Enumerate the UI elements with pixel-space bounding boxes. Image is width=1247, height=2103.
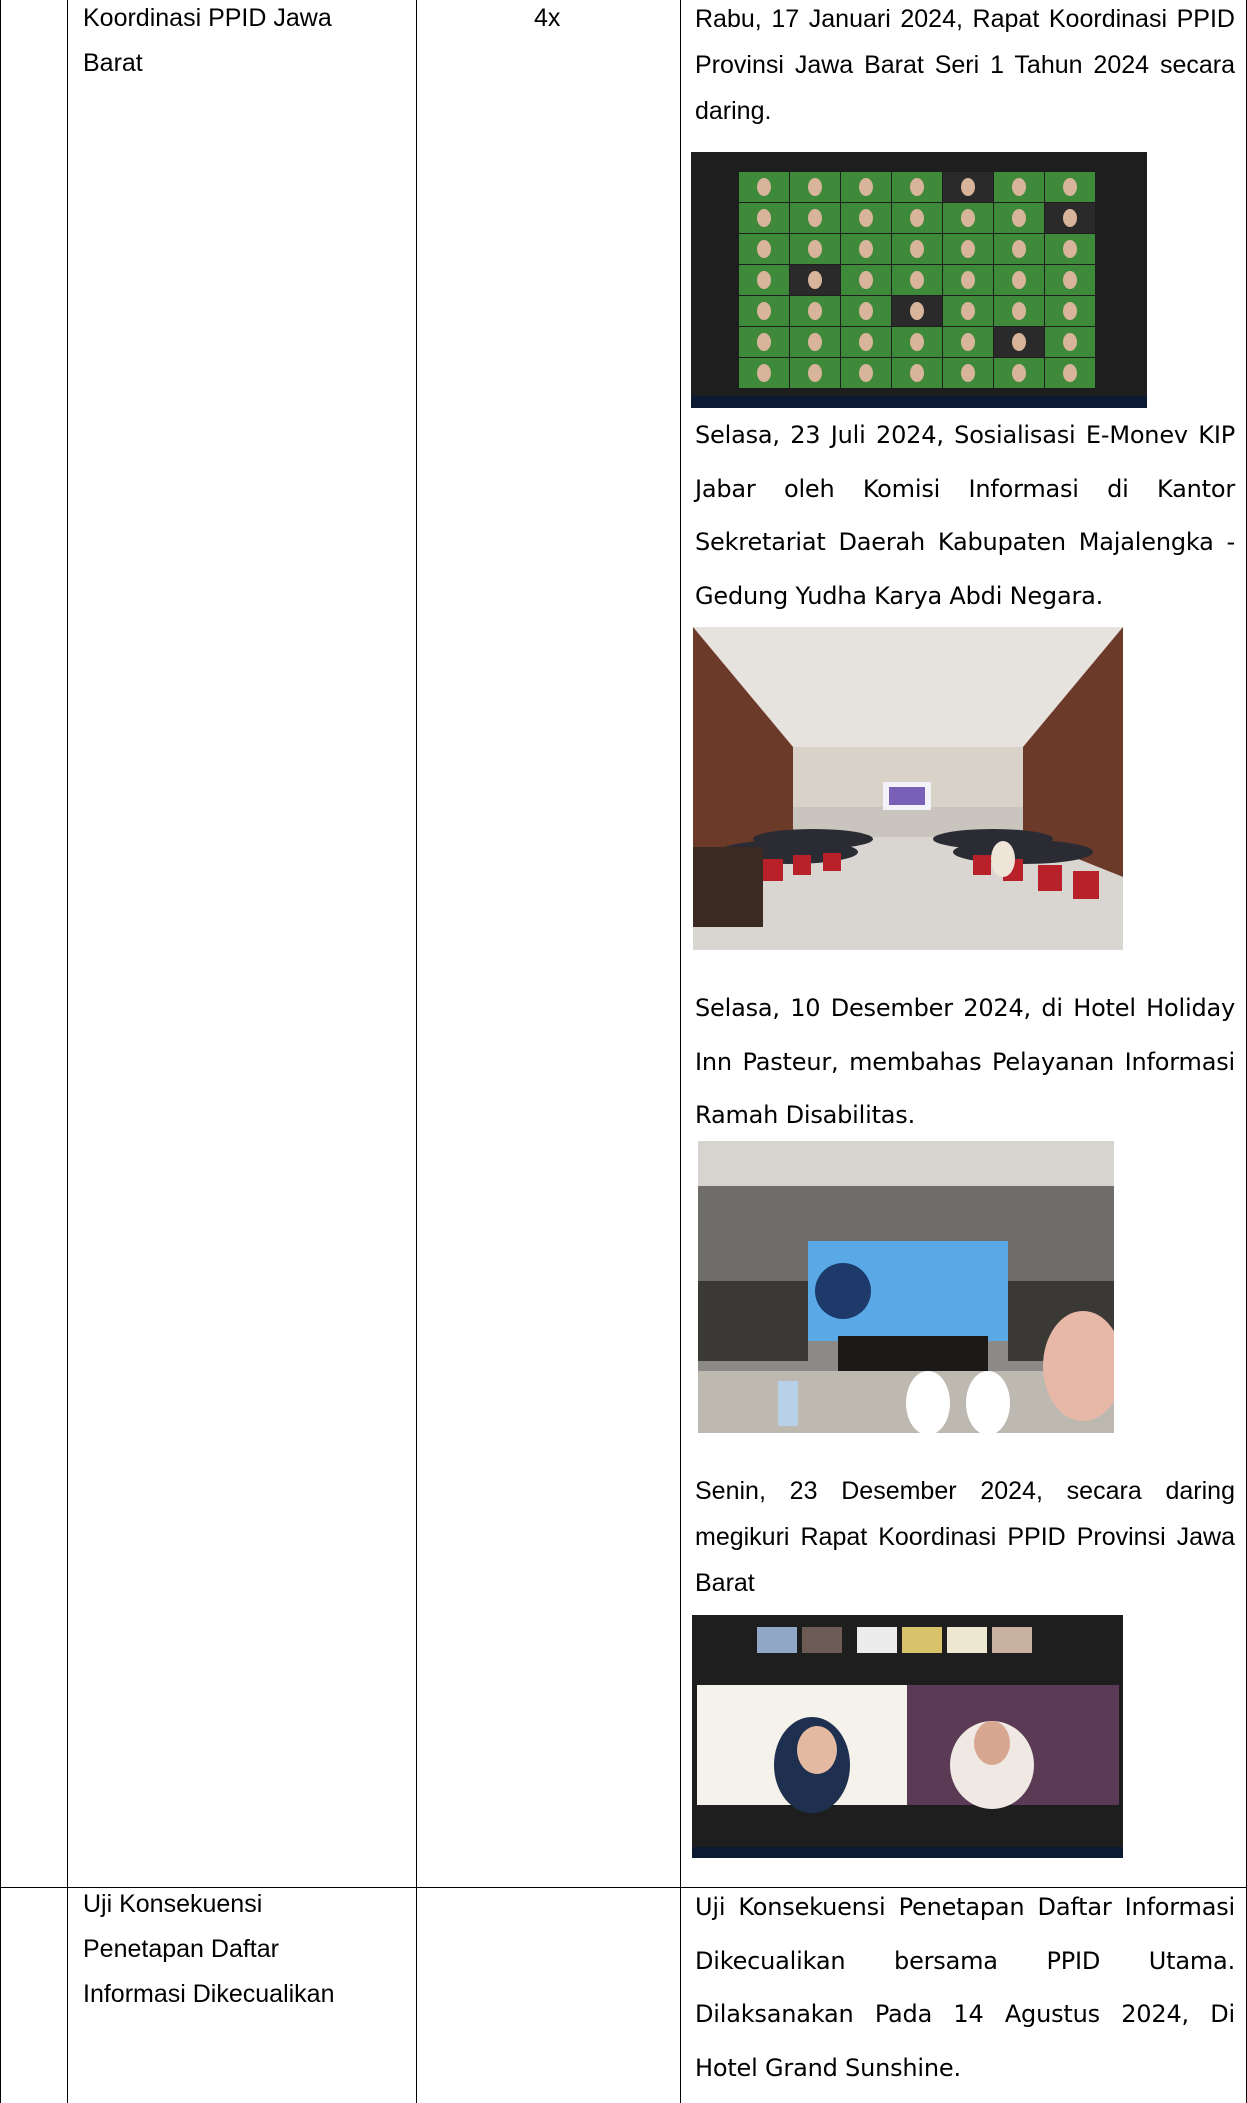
participant-face — [757, 271, 771, 289]
frequency: 4x — [534, 4, 561, 32]
participant-face — [1063, 364, 1077, 382]
participant-face — [1063, 302, 1077, 320]
participant-face — [859, 209, 873, 227]
participant-face — [961, 178, 975, 196]
zoom-meeting-photo — [691, 152, 1147, 408]
participant-face — [1063, 209, 1077, 227]
activity-line: Barat — [83, 49, 143, 77]
participant-face — [859, 333, 873, 351]
participant-face — [910, 271, 924, 289]
participant-face — [757, 364, 771, 382]
hall-sosialisasi-photo — [693, 627, 1123, 950]
participant-face — [859, 240, 873, 258]
participant-face — [859, 364, 873, 382]
participant-face — [757, 302, 771, 320]
participant-face — [1012, 271, 1026, 289]
participant-face — [910, 178, 924, 196]
zoom-speaker-image — [692, 1615, 1123, 1858]
activity-line: Informasi Dikecualikan — [83, 1980, 335, 2008]
participant-face — [1012, 364, 1026, 382]
participant-face — [1012, 333, 1026, 351]
participant-face — [757, 209, 771, 227]
participant-face — [1063, 271, 1077, 289]
participant-face — [859, 302, 873, 320]
column-divider-2 — [416, 0, 417, 2103]
participant-face — [1012, 209, 1026, 227]
participant-face — [961, 240, 975, 258]
activity-line: Koordinasi PPID Jawa — [83, 4, 332, 32]
activity-name: Uji Konsekuensi Penetapan Daftar Informa… — [83, 1882, 335, 2017]
participant-face — [1012, 240, 1026, 258]
activity-line: Uji Konsekuensi — [83, 1890, 263, 1918]
table-border-left — [0, 0, 1, 2103]
entry-text: Uji Konsekuensi Penetapan Daftar Informa… — [695, 1893, 1235, 2082]
participant-face — [808, 178, 822, 196]
participant-face — [910, 364, 924, 382]
entry-text: Selasa, 10 Desember 2024, di Hotel Holid… — [695, 994, 1235, 1129]
column-divider-3 — [680, 0, 681, 2103]
participant-face — [1063, 178, 1077, 196]
participant-face — [859, 271, 873, 289]
participant-face — [808, 302, 822, 320]
participant-face — [808, 333, 822, 351]
ballroom-image — [698, 1141, 1114, 1433]
participant-face — [961, 333, 975, 351]
participant-face — [961, 302, 975, 320]
participant-face — [757, 240, 771, 258]
participant-face — [961, 364, 975, 382]
participant-face — [859, 178, 873, 196]
participant-face — [1063, 333, 1077, 351]
column-divider-1 — [67, 0, 68, 2103]
participant-face — [808, 240, 822, 258]
participant-face — [1012, 178, 1026, 196]
activity-name: Koordinasi PPID Jawa Barat — [83, 0, 332, 86]
entry-text: Rabu, 17 Januari 2024, Rapat Koordinasi … — [695, 5, 1235, 125]
hotel-ballroom-photo — [698, 1141, 1114, 1433]
zoom-speaker-photo — [692, 1615, 1123, 1858]
participant-face — [910, 333, 924, 351]
entry-text: Senin, 23 Desember 2024, secara daring m… — [695, 1477, 1235, 1597]
activity-line: Penetapan Daftar — [83, 1935, 279, 1963]
hall-image — [693, 627, 1123, 950]
participant-face — [757, 333, 771, 351]
participant-face — [757, 178, 771, 196]
participant-face — [910, 302, 924, 320]
participant-face — [961, 271, 975, 289]
participant-face — [808, 271, 822, 289]
participant-face — [910, 240, 924, 258]
zoom-grid-image — [691, 152, 1147, 408]
participant-face — [808, 209, 822, 227]
participant-face — [1012, 302, 1026, 320]
participant-face — [808, 364, 822, 382]
participant-face — [961, 209, 975, 227]
entry-text: Selasa, 23 Juli 2024, Sosialisasi E-Mone… — [695, 421, 1235, 610]
participant-face — [1063, 240, 1077, 258]
participant-face — [910, 209, 924, 227]
taskbar — [691, 396, 1147, 408]
